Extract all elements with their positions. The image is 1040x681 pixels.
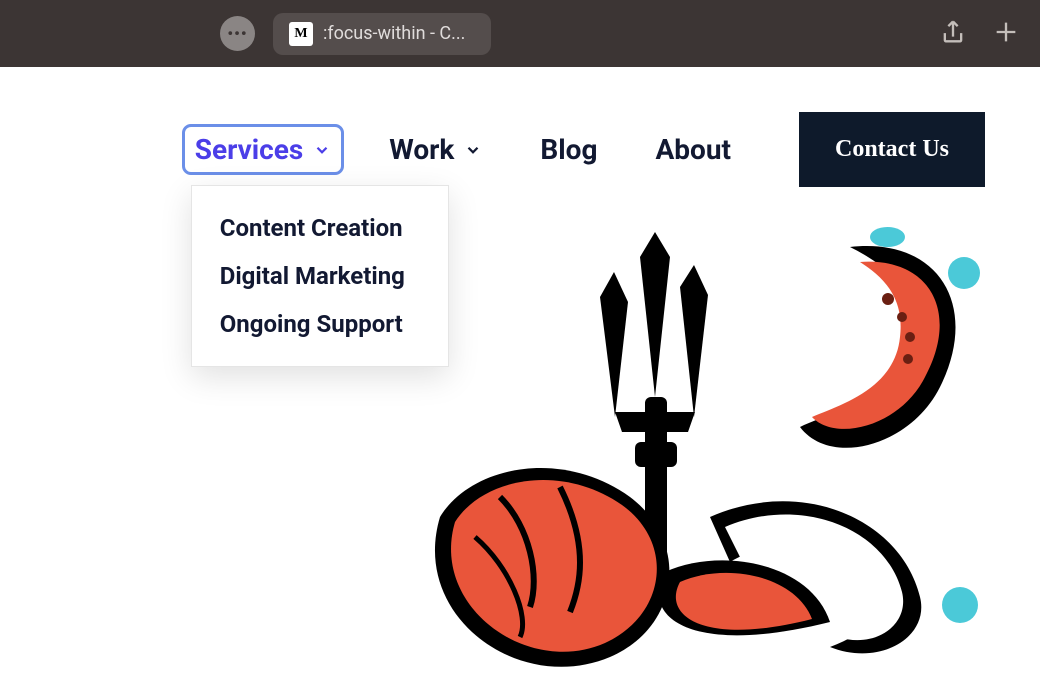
nav-link-about[interactable]: About xyxy=(645,127,741,172)
nav-link-blog[interactable]: Blog xyxy=(530,127,607,172)
tab-favicon: M xyxy=(289,22,313,46)
nav-label: Services xyxy=(195,133,304,166)
squid-trident-illustration xyxy=(380,217,1000,677)
nav-link-work[interactable]: Work xyxy=(379,127,492,172)
browser-tab[interactable]: M :focus-within - C... xyxy=(273,13,491,55)
nav-link-services[interactable]: Services xyxy=(185,127,342,172)
nav-item-services: Services Content Creation Digital Market… xyxy=(185,127,342,172)
nav-label: Work xyxy=(389,133,454,166)
chevron-down-icon xyxy=(464,141,482,159)
more-menu-button[interactable]: ••• xyxy=(220,16,255,51)
page-content: Services Content Creation Digital Market… xyxy=(0,67,1040,661)
main-nav: Services Content Creation Digital Market… xyxy=(0,67,1040,187)
new-tab-icon[interactable] xyxy=(992,18,1020,50)
browser-toolbar: ••• M :focus-within - C... xyxy=(0,0,1040,67)
chevron-down-icon xyxy=(313,141,331,159)
contact-button[interactable]: Contact Us xyxy=(799,112,985,187)
bubble-icon xyxy=(948,257,980,289)
nav-item-work: Work xyxy=(379,127,492,172)
nav-list: Services Content Creation Digital Market… xyxy=(185,127,741,172)
bubble-icon xyxy=(942,587,978,623)
nav-item-blog: Blog xyxy=(530,127,607,172)
nav-label: About xyxy=(655,133,731,166)
hero-illustration xyxy=(380,217,1000,677)
nav-item-about: About xyxy=(645,127,741,172)
nav-label: Blog xyxy=(540,133,597,166)
tab-title: :focus-within - C... xyxy=(323,23,465,44)
bubble-icon xyxy=(870,227,905,247)
share-icon[interactable] xyxy=(939,18,967,50)
